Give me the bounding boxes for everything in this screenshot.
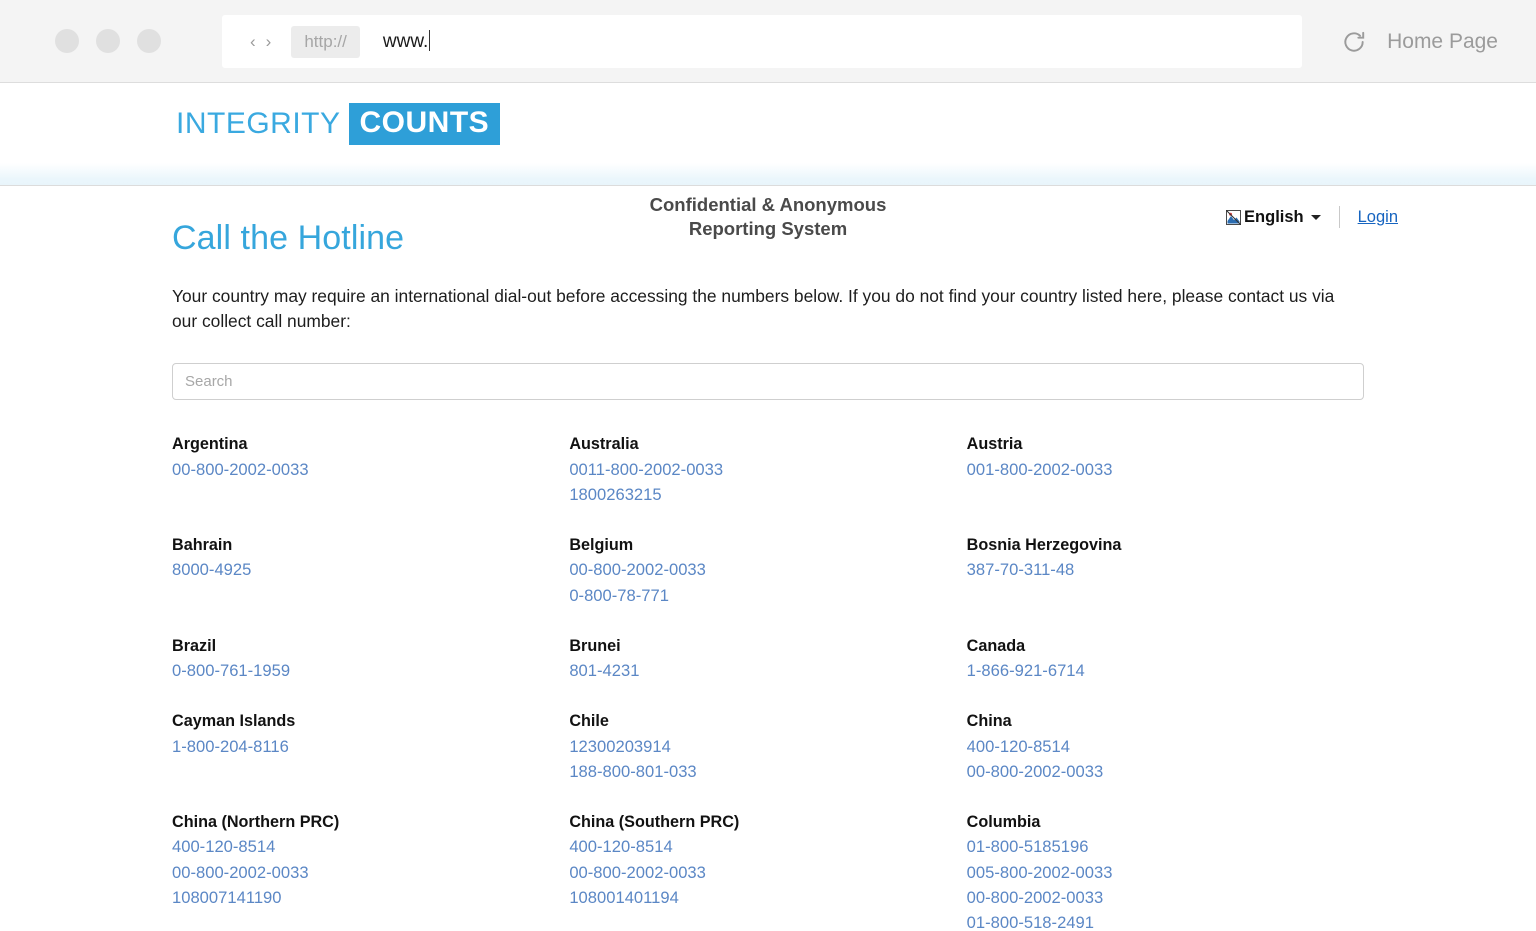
country-name: Australia xyxy=(569,435,639,454)
country-name: Austria xyxy=(966,435,1023,454)
window-minimize-dot[interactable] xyxy=(96,29,120,53)
country-entry: Cayman Islands 1-800-204-8116 xyxy=(172,709,569,810)
url-scheme-prefix: http:// xyxy=(291,25,360,58)
country-entry: Argentina 00-800-2002-0033 xyxy=(172,432,569,533)
site-logo[interactable]: INTEGRITY COUNTS xyxy=(176,103,501,145)
phone-number-link[interactable]: 0011-800-2002-0033 xyxy=(569,457,966,482)
tagline-line-1: Confidential & Anonymous xyxy=(649,194,887,215)
phone-number-link[interactable]: 12300203914 xyxy=(569,734,966,759)
site-header: INTEGRITY COUNTS Confidential & Anonymou… xyxy=(0,83,1536,239)
main-content: Call the Hotline Your country may requir… xyxy=(0,186,1536,931)
phone-number-link[interactable]: 00-800-2002-0033 xyxy=(172,860,569,885)
phone-number-link[interactable]: 01-800-518-2491 xyxy=(967,910,1364,931)
language-selector-label[interactable]: English xyxy=(1244,208,1304,227)
country-name: Cayman Islands xyxy=(172,712,296,731)
country-entry: Canada 1-866-921-6714 xyxy=(967,634,1364,710)
country-name: China xyxy=(966,712,1012,731)
tagline-line-2: Reporting System xyxy=(688,218,848,240)
phone-number-link[interactable]: 400-120-8514 xyxy=(569,834,966,859)
phone-number-link[interactable]: 00-800-2002-0033 xyxy=(967,885,1364,910)
country-entry: Austria 001-800-2002-0033 xyxy=(967,432,1364,533)
login-link[interactable]: Login xyxy=(1358,208,1398,227)
site-tagline: Confidential & Anonymous Reporting Syste… xyxy=(650,193,887,242)
window-maximize-dot[interactable] xyxy=(137,29,161,53)
header-utility-nav: English Login xyxy=(1225,206,1398,228)
chevron-down-icon[interactable] xyxy=(1310,214,1321,220)
country-entry: Bosnia Herzegovina 387-70-311-48 xyxy=(967,533,1364,634)
country-name: Brazil xyxy=(172,636,217,655)
country-entry: Chile 12300203914 188-800-801-033 xyxy=(569,709,966,810)
url-input[interactable]: www. xyxy=(382,30,431,53)
address-bar[interactable]: ‹ › http:// www. xyxy=(222,15,1302,68)
header-divider xyxy=(1338,206,1340,228)
phone-number-link[interactable]: 1-866-921-6714 xyxy=(967,658,1364,683)
country-name: China (Northern PRC) xyxy=(172,813,340,832)
header-accent-band xyxy=(0,163,1536,186)
back-button[interactable]: ‹ xyxy=(250,32,256,52)
phone-number-link[interactable]: 00-800-2002-0033 xyxy=(172,457,569,482)
forward-button[interactable]: › xyxy=(266,32,272,52)
phone-number-link[interactable]: 400-120-8514 xyxy=(172,834,569,859)
url-input-value: www. xyxy=(382,31,429,52)
browser-chrome: ‹ › http:// www. Home Page xyxy=(0,0,1536,83)
reload-icon[interactable] xyxy=(1341,29,1367,55)
search-input[interactable] xyxy=(172,363,1364,401)
logo-text-integrity: INTEGRITY xyxy=(176,107,341,140)
country-name: Bosnia Herzegovina xyxy=(966,536,1122,555)
phone-number-link[interactable]: 387-70-311-48 xyxy=(967,557,1364,582)
phone-number-link[interactable]: 00-800-2002-0033 xyxy=(569,860,966,885)
phone-number-link[interactable]: 801-4231 xyxy=(569,658,966,683)
country-entry: Columbia 01-800-5185196 005-800-2002-0033 0… xyxy=(967,810,1364,931)
phone-number-link[interactable]: 01-800-5185196 xyxy=(967,834,1364,859)
phone-number-link[interactable]: 1-800-204-8116 xyxy=(172,734,569,759)
home-page-button[interactable]: Home Page xyxy=(1387,30,1498,54)
phone-number-link[interactable]: 400-120-8514 xyxy=(967,734,1364,759)
phone-number-link[interactable]: 0-800-78-771 xyxy=(569,583,966,608)
phone-number-link[interactable]: 001-800-2002-0033 xyxy=(967,457,1364,482)
phone-number-link[interactable]: 188-800-801-033 xyxy=(569,759,966,784)
country-name: Brunei xyxy=(569,636,621,655)
country-list-grid: Argentina 00-800-2002-0033 Australia 0011-8… xyxy=(172,432,1364,931)
country-name: Belgium xyxy=(569,536,634,555)
phone-number-link[interactable]: 005-800-2002-0033 xyxy=(967,860,1364,885)
phone-number-link[interactable]: 1800263215 xyxy=(569,482,966,507)
phone-number-link[interactable]: 00-800-2002-0033 xyxy=(569,557,966,582)
country-entry: Bahrain 8000-4925 xyxy=(172,533,569,634)
phone-number-link[interactable]: 108001401194 xyxy=(569,885,966,910)
country-entry: Australia 0011-800-2002-0033 1800263215 xyxy=(569,432,966,533)
window-close-dot[interactable] xyxy=(55,29,79,53)
browser-actions: Home Page xyxy=(1341,0,1498,83)
logo-text-counts: COUNTS xyxy=(348,103,501,145)
text-cursor xyxy=(429,30,431,51)
country-name: China (Southern PRC) xyxy=(569,813,740,832)
country-name: Argentina xyxy=(172,435,248,454)
nav-arrows: ‹ › xyxy=(250,32,271,52)
window-controls[interactable] xyxy=(55,29,161,53)
country-entry: China 400-120-8514 00-800-2002-0033 xyxy=(967,709,1364,810)
country-entry: Brunei 801-4231 xyxy=(569,634,966,710)
country-name: Bahrain xyxy=(172,536,233,555)
phone-number-link[interactable]: 8000-4925 xyxy=(172,557,569,582)
phone-number-link[interactable]: 00-800-2002-0033 xyxy=(967,759,1364,784)
phone-number-link[interactable]: 0-800-761-1959 xyxy=(172,658,569,683)
country-entry: China (Northern PRC) 400-120-8514 00-800-2… xyxy=(172,810,569,931)
country-entry: China (Southern PRC) 400-120-8514 00-800-2… xyxy=(569,810,966,931)
country-name: Columbia xyxy=(966,813,1041,832)
country-entry: Brazil 0-800-761-1959 xyxy=(172,634,569,710)
country-name: Chile xyxy=(569,712,609,731)
language-icon xyxy=(1225,209,1242,225)
phone-number-link[interactable]: 108007141190 xyxy=(172,885,569,910)
country-entry: Belgium 00-800-2002-0033 0-800-78-771 xyxy=(569,533,966,634)
intro-paragraph: Your country may require an internationa… xyxy=(172,286,1335,331)
country-name: Canada xyxy=(966,636,1026,655)
